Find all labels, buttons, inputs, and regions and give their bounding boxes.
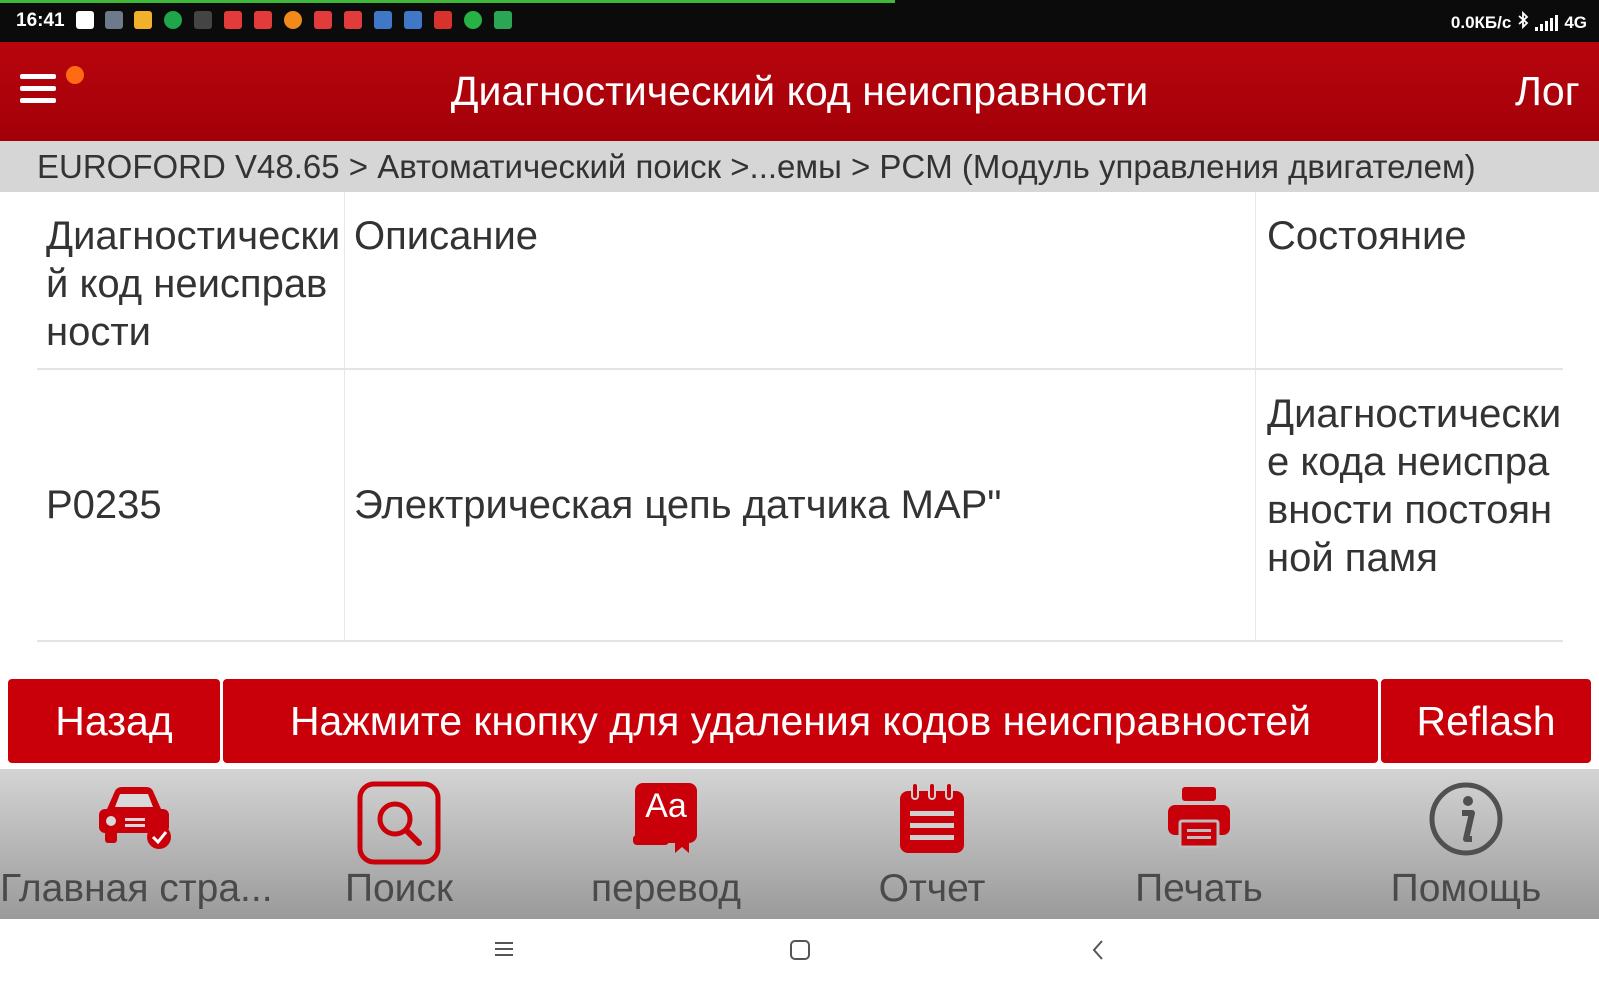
help-label: Помощь xyxy=(1390,867,1542,910)
notification-icon-whatsapp xyxy=(464,11,482,29)
back-nav-icon[interactable] xyxy=(1090,939,1106,966)
column-header-code: Диагностический код неисправности xyxy=(37,192,345,368)
car-home-icon xyxy=(91,781,175,856)
translate-button[interactable]: Aa перевод xyxy=(533,769,799,919)
report-button[interactable]: Отчет xyxy=(799,769,1065,919)
notification-icon-vk xyxy=(404,11,422,29)
network-type: 4G xyxy=(1564,12,1587,32)
network-speed: 0.0КБ/с xyxy=(1450,12,1512,32)
app-header: Диагностический код неисправности Лог xyxy=(0,42,1599,141)
dtc-status-cell: Диагностические кода неисправности посто… xyxy=(1267,392,1562,580)
dtc-code-cell: P0235 xyxy=(37,370,345,640)
page-title: Диагностический код неисправности xyxy=(450,68,1149,114)
translate-label: перевод xyxy=(590,867,742,910)
report-icon xyxy=(896,781,968,862)
notification-icon-vk xyxy=(374,11,392,29)
notification-icon-app xyxy=(105,11,123,29)
notification-icon-mail xyxy=(344,11,362,29)
back-button[interactable]: Назад xyxy=(8,679,220,763)
home-nav-icon[interactable] xyxy=(789,939,811,966)
reflash-button[interactable]: Reflash xyxy=(1381,679,1591,763)
dtc-description-cell: Электрическая цепь датчика MAP" xyxy=(345,370,1256,640)
signal-icon xyxy=(1535,14,1559,31)
status-progress-bar xyxy=(0,0,895,3)
notification-icon-message xyxy=(134,11,152,29)
translate-icon: Aa xyxy=(631,781,701,855)
column-header-status: Состояние xyxy=(1267,214,1467,258)
home-button[interactable]: Главная стра... xyxy=(0,769,273,919)
notification-icon-ok xyxy=(284,11,302,29)
home-label: Главная стра... xyxy=(0,867,273,910)
status-indicators: 0.0КБ/с 4G xyxy=(1450,10,1587,34)
clear-codes-button[interactable]: Нажмите кнопку для удаления кодов неиспр… xyxy=(223,679,1378,763)
notification-icon-app-red xyxy=(434,11,452,29)
report-label: Отчет xyxy=(878,867,986,910)
print-button[interactable]: Печать xyxy=(1066,769,1332,919)
search-button[interactable]: Поиск xyxy=(266,769,532,919)
notification-icon-sber xyxy=(164,11,182,29)
system-nav-bar xyxy=(0,919,1599,999)
notification-icon-square xyxy=(76,11,94,29)
printer-icon xyxy=(1164,781,1234,858)
help-button[interactable]: Помощь xyxy=(1333,769,1599,919)
status-bar: 16:41 0.0КБ/с 4G xyxy=(0,0,1599,42)
column-header-description: Описание xyxy=(345,192,1256,368)
translate-icon-text: Aa xyxy=(645,787,687,825)
status-time: 16:41 xyxy=(16,10,65,31)
breadcrumb: EUROFORD V48.65 > Автоматический поиск >… xyxy=(0,141,1599,192)
notification-icon-mail xyxy=(314,11,332,29)
notification-icon-news xyxy=(194,11,212,29)
notification-icon-mail xyxy=(224,11,242,29)
recent-apps-icon[interactable] xyxy=(493,939,515,964)
dtc-table: Диагностический код неисправности Описан… xyxy=(37,192,1563,642)
table-row[interactable]: P0235 Электрическая цепь датчика MAP" Ди… xyxy=(37,370,1563,642)
bottom-toolbar: Главная стра... Поиск Aa перевод Отчет П… xyxy=(0,769,1599,919)
bluetooth-icon xyxy=(1517,10,1529,34)
search-icon xyxy=(357,781,441,870)
notification-icon-sheet xyxy=(494,11,512,29)
print-label: Печать xyxy=(1135,867,1263,910)
table-header-row: Диагностический код неисправности Описан… xyxy=(37,192,1563,370)
notification-icon-mail xyxy=(254,11,272,29)
info-icon xyxy=(1428,781,1504,862)
action-buttons: Назад Нажмите кнопку для удаления кодов … xyxy=(8,679,1591,763)
search-label: Поиск xyxy=(344,867,454,910)
login-button[interactable]: Лог xyxy=(1515,68,1580,115)
